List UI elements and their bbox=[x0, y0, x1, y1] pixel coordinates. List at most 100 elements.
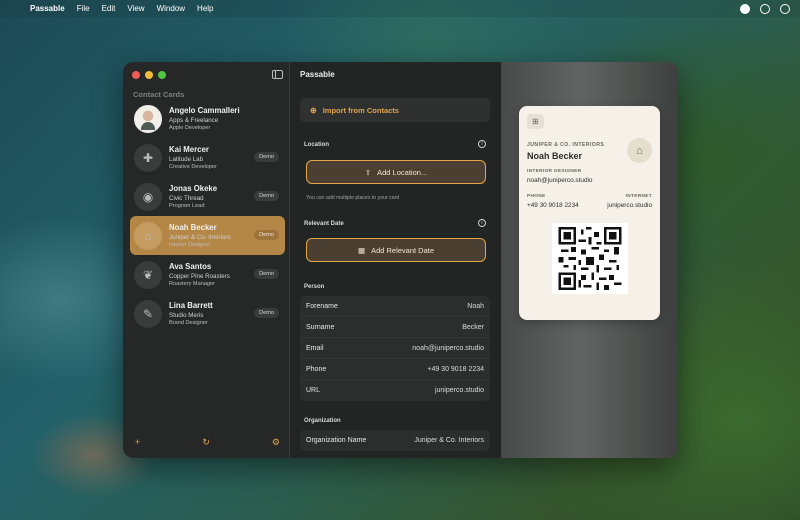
menu-app-name[interactable]: Passable bbox=[30, 4, 65, 13]
menu-edit[interactable]: Edit bbox=[102, 4, 116, 13]
import-contacts-button[interactable]: ⊕ Import from Contacts bbox=[300, 98, 490, 122]
contact-role: Roastery Manager bbox=[169, 281, 216, 287]
menu-help[interactable]: Help bbox=[197, 4, 213, 13]
contact-name: Kai Mercer bbox=[169, 145, 209, 154]
window-title: Passable bbox=[300, 70, 335, 79]
location-heading: Location bbox=[304, 142, 329, 148]
contact-item-jonas[interactable]: ◉ Jonas Okeke Civic Thread Program Lead … bbox=[130, 177, 285, 216]
menu-view[interactable]: View bbox=[127, 4, 144, 13]
card-internet-label: INTERNET bbox=[625, 194, 652, 199]
organization-heading: Organization bbox=[304, 418, 341, 424]
field-value[interactable]: Juniper & Co. Interiors bbox=[414, 437, 484, 444]
demo-badge: Demo bbox=[254, 152, 279, 162]
field-label: Organization Name bbox=[306, 437, 367, 444]
info-icon[interactable]: i bbox=[478, 219, 486, 227]
minimize-button[interactable] bbox=[145, 71, 153, 79]
app-window: Contact Cards Angelo Cammalleri Apps & F… bbox=[123, 62, 678, 458]
qr-code-graphic bbox=[558, 227, 622, 290]
upload-icon: ⇪ bbox=[364, 167, 372, 177]
person-group: Forename Noah Surname Becker Email noah@… bbox=[300, 296, 490, 401]
avatar bbox=[134, 104, 162, 133]
contact-item-noah[interactable]: ⌂ Noah Becker Juniper & Co. Interiors In… bbox=[130, 216, 285, 255]
contact-name: Jonas Okeke bbox=[169, 184, 218, 193]
menu-file[interactable]: File bbox=[77, 4, 90, 13]
contact-org: Copper Pine Roasters bbox=[169, 272, 230, 280]
contact-org: Latitude Lab bbox=[169, 155, 204, 163]
demo-badge: Demo bbox=[254, 230, 279, 240]
info-icon[interactable]: i bbox=[478, 140, 486, 148]
contact-role: Interior Designer bbox=[169, 242, 211, 248]
field-label: URL bbox=[306, 387, 321, 394]
contact-name: Lina Barrett bbox=[169, 301, 213, 310]
contact-name: Noah Becker bbox=[169, 223, 217, 232]
menu-bar: Passable File Edit View Window Help bbox=[0, 0, 800, 17]
control-center-icon[interactable] bbox=[760, 3, 770, 14]
card-preview-panel: ⊞ JUNIPER & CO. INTERIORS Noah Becker ⌂ … bbox=[501, 62, 678, 458]
field-value[interactable]: noah@juniperco.studio bbox=[412, 345, 484, 352]
contact-org: Juniper & Co. Interiors bbox=[169, 233, 231, 241]
field-label: Email bbox=[306, 344, 324, 352]
status-icon[interactable] bbox=[740, 3, 750, 14]
field-email[interactable]: Email noah@juniperco.studio bbox=[300, 338, 490, 359]
demo-badge: Demo bbox=[254, 269, 279, 279]
field-forename[interactable]: Forename Noah bbox=[300, 296, 490, 317]
demo-badge: Demo bbox=[254, 191, 279, 201]
contact-org: Studio Meris bbox=[169, 311, 204, 319]
contact-name: Angelo Cammalleri bbox=[169, 106, 240, 115]
contact-item-lina[interactable]: ✎ Lina Barrett Studio Meris Brand Design… bbox=[130, 294, 285, 333]
contact-org: Civic Thread bbox=[169, 194, 204, 202]
zoom-button[interactable] bbox=[158, 71, 166, 79]
leaf-icon: ❦ bbox=[134, 260, 162, 289]
field-value[interactable]: Noah bbox=[467, 303, 484, 310]
field-value[interactable]: +49 30 9018 2234 bbox=[427, 366, 484, 373]
add-location-button[interactable]: ⇪ Add Location... bbox=[306, 160, 486, 184]
sidebar-footer: + ↻ ⚙ bbox=[135, 437, 280, 448]
qr-code bbox=[552, 223, 628, 294]
sidebar-toggle-icon[interactable] bbox=[272, 70, 283, 79]
gear-icon[interactable]: ⚙ bbox=[272, 437, 280, 448]
contact-role: Brand Designer bbox=[169, 320, 208, 326]
puzzle-icon: ✚ bbox=[134, 143, 162, 172]
contact-list: Angelo Cammalleri Apps & Freelance Apple… bbox=[130, 99, 285, 333]
contact-name: Ava Santos bbox=[169, 262, 212, 271]
contact-role: Program Lead bbox=[169, 203, 205, 209]
field-surname[interactable]: Surname Becker bbox=[300, 317, 490, 338]
demo-badge: Demo bbox=[254, 308, 279, 318]
refresh-icon[interactable]: ↻ bbox=[202, 437, 210, 448]
add-relevant-date-label: Add Relevant Date bbox=[371, 245, 435, 255]
field-url[interactable]: URL juniperco.studio bbox=[300, 380, 490, 401]
field-phone[interactable]: Phone +49 30 9018 2234 bbox=[300, 359, 490, 380]
grid-icon: ⊞ bbox=[527, 114, 544, 129]
globe-icon: ◉ bbox=[134, 182, 162, 211]
card-role-label: INTERIOR DESIGNER bbox=[527, 169, 582, 174]
field-organization-name[interactable]: Organization Name Juniper & Co. Interior… bbox=[300, 430, 490, 451]
field-value[interactable]: Becker bbox=[462, 324, 484, 331]
card-email: noah@juniperco.studio bbox=[527, 177, 593, 184]
menu-window[interactable]: Window bbox=[157, 4, 185, 13]
field-value[interactable]: juniperco.studio bbox=[435, 387, 484, 394]
card-internet: juniperco.studio bbox=[607, 202, 652, 209]
contact-role: Creative Developer bbox=[169, 164, 217, 170]
house-icon: ⌂ bbox=[627, 138, 652, 163]
location-hint: You can add multiple places to your card bbox=[306, 195, 400, 201]
calendar-icon: ▦ bbox=[357, 245, 366, 255]
sidebar: Contact Cards Angelo Cammalleri Apps & F… bbox=[123, 62, 290, 458]
add-relevant-date-button[interactable]: ▦ Add Relevant Date bbox=[306, 238, 486, 262]
add-icon[interactable]: + bbox=[135, 437, 140, 448]
close-button[interactable] bbox=[132, 71, 140, 79]
card-company: JUNIPER & CO. INTERIORS bbox=[527, 142, 605, 148]
field-label: Forename bbox=[306, 302, 338, 310]
contact-item-ava[interactable]: ❦ Ava Santos Copper Pine Roasters Roaste… bbox=[130, 255, 285, 294]
person-heading: Person bbox=[304, 284, 325, 290]
field-label: Phone bbox=[306, 365, 327, 373]
window-controls bbox=[132, 71, 166, 79]
pen-icon: ✎ bbox=[134, 299, 162, 328]
contact-role: Apple Developer bbox=[169, 125, 211, 131]
clock-icon[interactable] bbox=[780, 3, 790, 14]
card-phone: +49 30 9018 2234 bbox=[527, 202, 579, 209]
contact-item-kai[interactable]: ✚ Kai Mercer Latitude Lab Creative Devel… bbox=[130, 138, 285, 177]
card-phone-label: PHONE bbox=[527, 194, 546, 199]
editor-panel: Passable ⊕ Import from Contacts Location… bbox=[290, 62, 501, 458]
contact-item-angelo[interactable]: Angelo Cammalleri Apps & Freelance Apple… bbox=[130, 99, 285, 138]
relevant-date-heading: Relevant Date bbox=[304, 221, 344, 227]
